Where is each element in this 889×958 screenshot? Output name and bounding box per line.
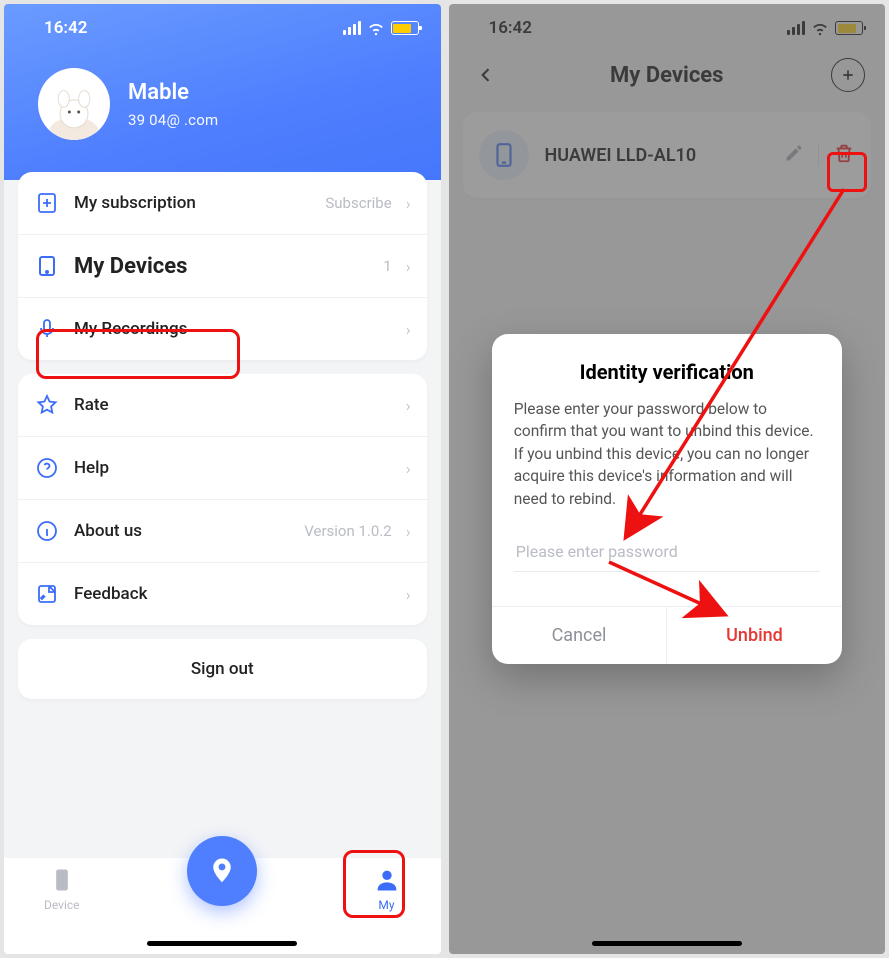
modal-title: Identity verification xyxy=(514,360,820,384)
row-label: About us xyxy=(74,521,290,541)
wifi-icon xyxy=(367,19,385,37)
row-label: My Devices xyxy=(74,254,369,279)
sign-out-label: Sign out xyxy=(18,639,427,699)
chevron-right-icon: › xyxy=(406,320,411,339)
password-input[interactable] xyxy=(514,532,820,572)
chevron-right-icon: › xyxy=(406,257,411,276)
subscription-icon xyxy=(34,190,60,216)
signal-icon xyxy=(343,21,361,35)
microphone-icon xyxy=(34,316,60,342)
tab-device[interactable]: Device xyxy=(44,866,80,912)
feedback-icon xyxy=(34,581,60,607)
row-feedback[interactable]: Feedback › xyxy=(18,563,427,625)
tab-label: Device xyxy=(44,898,80,912)
row-subscription[interactable]: My subscription Subscribe › xyxy=(18,172,427,235)
row-label: Feedback xyxy=(74,584,392,604)
profile-name: Mable xyxy=(128,80,218,105)
location-pin-icon xyxy=(207,856,237,886)
tab-label: My xyxy=(378,898,394,912)
star-icon xyxy=(34,392,60,418)
chevron-right-icon: › xyxy=(406,396,411,415)
screen-my-page: 16:42 Mable 39 04@ .com xyxy=(4,4,441,954)
screen-device-unbind: 16:42 My Devices HUAWEI LLD-AL10 xyxy=(449,4,886,954)
devices-icon xyxy=(34,253,60,279)
row-rate[interactable]: Rate › xyxy=(18,374,427,437)
unbind-button[interactable]: Unbind xyxy=(667,607,842,664)
row-hint: Subscribe xyxy=(325,194,391,212)
info-icon xyxy=(34,518,60,544)
row-label: My Recordings xyxy=(74,319,392,339)
row-recordings[interactable]: My Recordings › xyxy=(18,298,427,360)
row-about[interactable]: About us Version 1.0.2 › xyxy=(18,500,427,563)
home-indicator xyxy=(592,941,742,946)
row-my-devices[interactable]: My Devices 1 › xyxy=(18,235,427,298)
row-label: My subscription xyxy=(74,193,311,213)
tab-bar: Device My xyxy=(4,858,441,954)
identity-verification-modal: Identity verification Please enter your … xyxy=(492,334,842,664)
device-icon xyxy=(48,866,76,894)
chevron-right-icon: › xyxy=(406,522,411,541)
row-help[interactable]: Help › xyxy=(18,437,427,500)
home-indicator xyxy=(147,941,297,946)
status-bar: 16:42 xyxy=(4,4,441,48)
modal-text: Please enter your password below to conf… xyxy=(514,398,820,510)
chevron-right-icon: › xyxy=(406,585,411,604)
cancel-button[interactable]: Cancel xyxy=(492,607,668,664)
profile-header: 16:42 Mable 39 04@ .com xyxy=(4,4,441,180)
sign-out-button[interactable]: Sign out xyxy=(18,639,427,699)
device-count: 1 xyxy=(383,257,391,275)
battery-icon xyxy=(391,21,419,35)
locate-button[interactable] xyxy=(187,836,257,906)
help-icon xyxy=(34,455,60,481)
status-time: 16:42 xyxy=(44,18,87,38)
profile-email: 39 04@ .com xyxy=(128,111,218,129)
chevron-right-icon: › xyxy=(406,459,411,478)
chevron-right-icon: › xyxy=(406,194,411,213)
row-label: Help xyxy=(74,458,392,478)
person-icon xyxy=(373,866,401,894)
avatar[interactable] xyxy=(38,68,110,140)
version-text: Version 1.0.2 xyxy=(304,522,391,540)
tab-my[interactable]: My xyxy=(373,866,401,912)
row-label: Rate xyxy=(74,395,392,415)
